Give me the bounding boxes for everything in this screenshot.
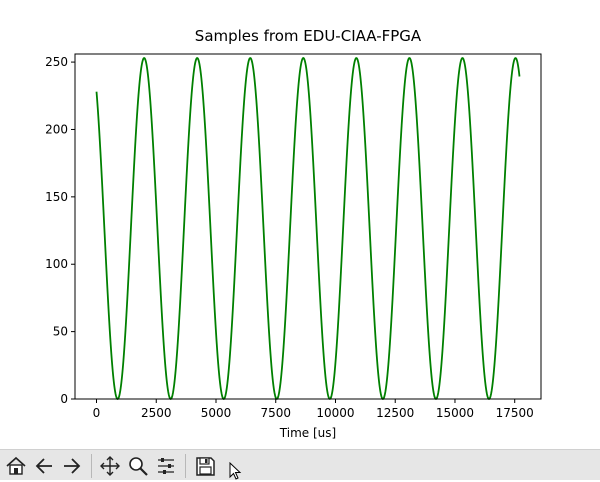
pan-button[interactable] xyxy=(98,454,122,478)
x-tick-label: 5000 xyxy=(201,406,232,420)
x-tick-label: 12500 xyxy=(376,406,414,420)
x-tick-label: 17500 xyxy=(496,406,534,420)
plot-area xyxy=(95,57,521,400)
y-tick-label: 100 xyxy=(45,257,68,271)
x-tick-label: 0 xyxy=(93,406,101,420)
save-button[interactable] xyxy=(193,454,217,478)
back-button[interactable] xyxy=(32,454,56,478)
x-axis-label: Time [us] xyxy=(279,426,336,440)
navigation-toolbar xyxy=(0,449,600,480)
y-tick-label: 0 xyxy=(60,392,68,406)
move-icon xyxy=(100,456,120,476)
y-tick-label: 150 xyxy=(45,190,68,204)
arrow-left-icon xyxy=(35,458,52,474)
x-tick-label: 2500 xyxy=(141,406,172,420)
arrow-right-icon xyxy=(64,458,81,474)
x-tick-label: 7500 xyxy=(260,406,291,420)
sliders-icon xyxy=(158,458,174,474)
line-chart: Samples from EDU-CIAA-FPGA 0 2500 5000 7500… xyxy=(45,27,542,440)
home-icon xyxy=(6,456,26,475)
toolbar-separator xyxy=(185,454,186,478)
y-tick-label: 200 xyxy=(45,122,68,136)
y-tick-label: 250 xyxy=(45,55,68,69)
magnifier-icon xyxy=(129,457,148,476)
toolbar-separator xyxy=(91,454,92,478)
chart-title: Samples from EDU-CIAA-FPGA xyxy=(195,27,422,45)
mouse-cursor-icon xyxy=(229,462,242,480)
figure-canvas: Samples from EDU-CIAA-FPGA 0 2500 5000 7500… xyxy=(0,0,600,449)
axes: 0 2500 5000 7500 10000 12500 15000 17500 0 50 100 1… xyxy=(45,53,542,420)
series-line xyxy=(95,57,521,400)
zoom-button[interactable] xyxy=(126,454,150,478)
y-tick-label: 50 xyxy=(53,325,68,339)
configure-subplots-button[interactable] xyxy=(154,454,178,478)
home-button[interactable] xyxy=(4,454,28,478)
x-tick-label: 15000 xyxy=(436,406,474,420)
floppy-disk-icon xyxy=(196,457,215,476)
forward-button[interactable] xyxy=(60,454,84,478)
x-tick-label: 10000 xyxy=(316,406,354,420)
axes-frame xyxy=(74,53,542,400)
